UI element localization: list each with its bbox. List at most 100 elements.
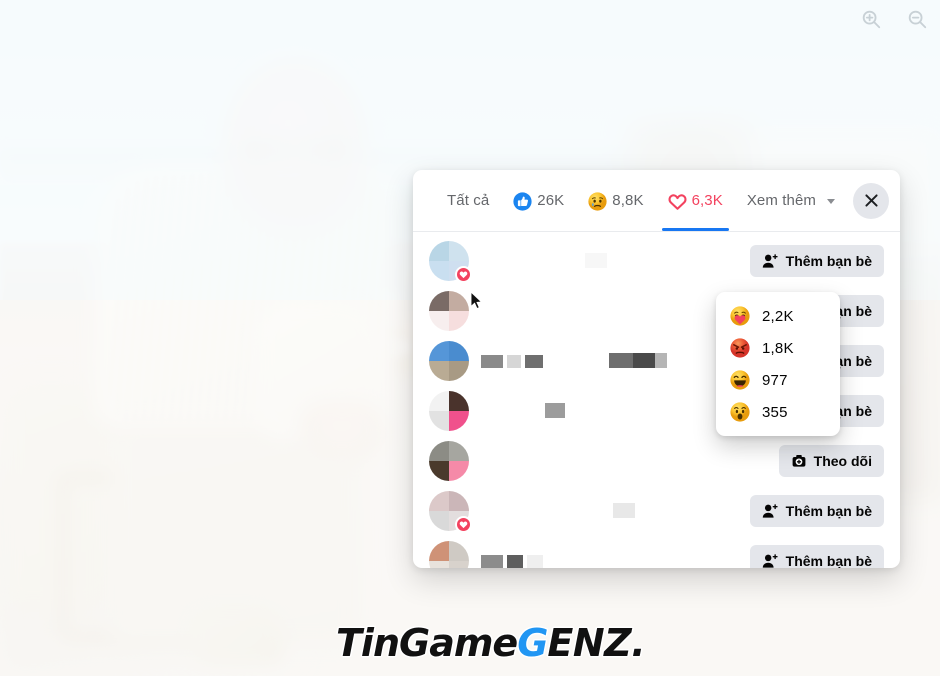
zoom-controls: [852, 0, 936, 38]
reaction-people-list[interactable]: Thêm bạn bè Thêm bạn bè Thêm bạn bè Thêm…: [413, 232, 900, 568]
person-name-censored: [481, 251, 750, 271]
name-pixel-block: [507, 354, 521, 368]
name-pixel-block: [525, 354, 543, 368]
avatar-image-pixelated: [429, 341, 469, 381]
reactions-tab-bar: Tất cả 26K 8,8K 6,3K Xem thêm: [413, 170, 900, 232]
name-pixel-block: [633, 353, 655, 368]
more-reactions-dropdown[interactable]: 2,2K 1,8K 977 355: [716, 292, 840, 436]
avatar-pixel: [449, 441, 469, 461]
reaction-tab-all[interactable]: Tất cả: [435, 170, 501, 231]
avatar-pixel: [449, 241, 469, 261]
wow-reaction-icon: [730, 402, 750, 422]
avatar-pixel: [449, 361, 469, 381]
site-watermark: TinGameGENZ.: [336, 621, 646, 665]
add-friend-icon: [762, 504, 778, 518]
add-friend-button[interactable]: Thêm bạn bè: [749, 245, 884, 277]
reaction-tab-more[interactable]: Xem thêm: [735, 170, 847, 231]
avatar[interactable]: [429, 391, 469, 431]
more-reaction-count: 2,2K: [762, 307, 794, 325]
avatar[interactable]: [429, 491, 472, 533]
avatar-pixel: [449, 341, 469, 361]
name-pixel-block: [609, 353, 633, 368]
avatar-pixel: [429, 541, 449, 561]
person-name-censored: [481, 401, 750, 421]
avatar-pixel: [449, 491, 469, 511]
avatar-pixel: [449, 561, 469, 568]
add-friend-icon: [762, 254, 778, 268]
angry-reaction-icon: [730, 338, 750, 358]
care-reaction-icon: [730, 306, 750, 326]
avatar-pixel: [429, 291, 449, 311]
avatar-image-pixelated: [429, 291, 469, 331]
more-reaction-count: 977: [762, 371, 788, 389]
active-tab-underline: [661, 228, 729, 231]
zoom-in-button[interactable]: [852, 0, 890, 38]
reaction-tab-like[interactable]: 26K: [501, 170, 576, 231]
name-pixel-block: [585, 253, 607, 268]
more-reaction-item-care[interactable]: 2,2K: [716, 300, 840, 332]
avatar-pixel: [429, 411, 449, 431]
avatar[interactable]: [429, 241, 472, 283]
avatar[interactable]: [429, 541, 469, 568]
person-row[interactable]: Theo dõi: [413, 436, 900, 486]
zoom-out-button[interactable]: [898, 0, 936, 38]
avatar-pixel: [429, 511, 449, 531]
person-name-censored: [481, 551, 750, 568]
reaction-tab-sad[interactable]: 8,8K: [576, 170, 655, 231]
add-friend-button[interactable]: Thêm bạn bè: [749, 545, 884, 568]
watermark-part-a: TinGame: [336, 621, 518, 665]
person-name-censored: [481, 501, 750, 521]
name-pixel-block: [655, 353, 667, 368]
name-pixel-block: [527, 554, 543, 568]
more-reaction-item-angry[interactable]: 1,8K: [716, 332, 840, 364]
avatar-pixel: [429, 241, 449, 261]
avatar[interactable]: [429, 441, 469, 481]
reaction-tab-label: Tất cả: [447, 192, 490, 209]
watermark-part-b: ENZ.: [547, 621, 646, 665]
avatar-pixel: [429, 341, 449, 361]
person-row[interactable]: Thêm bạn bè: [413, 536, 900, 568]
love-badge-icon: [459, 271, 468, 279]
avatar-image-pixelated: [429, 541, 469, 568]
avatar[interactable]: [429, 341, 469, 381]
name-pixel-block: [481, 354, 503, 368]
name-pixel-block: [481, 554, 503, 568]
avatar-pixel: [449, 541, 469, 561]
reactions-dialog: Tất cả 26K 8,8K 6,3K Xem thêm Thêm bạn b…: [413, 170, 900, 568]
like-reaction-icon: [513, 191, 532, 211]
close-icon: [864, 194, 878, 207]
person-row[interactable]: Thêm bạn bè: [413, 236, 900, 286]
chevron-down-icon: [827, 199, 835, 204]
avatar-pixel: [449, 411, 469, 431]
person-name-censored: [481, 451, 779, 471]
love-icon: [668, 192, 687, 210]
avatar-pixel: [429, 361, 449, 381]
care-icon: [730, 306, 750, 326]
angry-icon: [730, 338, 750, 358]
name-pixel-block: [545, 403, 565, 418]
add-friend-icon: [762, 503, 779, 519]
more-reaction-item-wow[interactable]: 355: [716, 396, 840, 428]
reaction-tab-label: 8,8K: [612, 192, 644, 209]
close-dialog-button[interactable]: [853, 182, 889, 219]
love-reaction-icon: [668, 193, 687, 210]
person-row[interactable]: Thêm bạn bè: [413, 486, 900, 536]
add-friend-icon: [762, 554, 778, 568]
avatar-pixel: [429, 491, 449, 511]
zoom-out-icon: [908, 10, 927, 29]
name-pixel-block: [613, 503, 635, 518]
reaction-tab-love[interactable]: 6,3K: [656, 170, 735, 231]
more-reaction-item-haha[interactable]: 977: [716, 364, 840, 396]
add-friend-button[interactable]: Thêm bạn bè: [749, 495, 884, 527]
sad-reaction-icon: [588, 191, 607, 211]
follow-icon: [792, 455, 806, 467]
add-friend-icon: [762, 253, 779, 269]
reaction-badge-love: [455, 266, 472, 283]
zoom-in-icon: [862, 10, 881, 29]
more-reactions-items: 2,2K 1,8K 977 355: [716, 300, 840, 428]
avatar-image-pixelated: [429, 441, 469, 481]
reaction-badge-love: [455, 516, 472, 533]
avatar[interactable]: [429, 291, 469, 331]
action-button-label: Thêm bạn bè: [785, 503, 872, 519]
follow-button[interactable]: Theo dõi: [778, 445, 884, 477]
